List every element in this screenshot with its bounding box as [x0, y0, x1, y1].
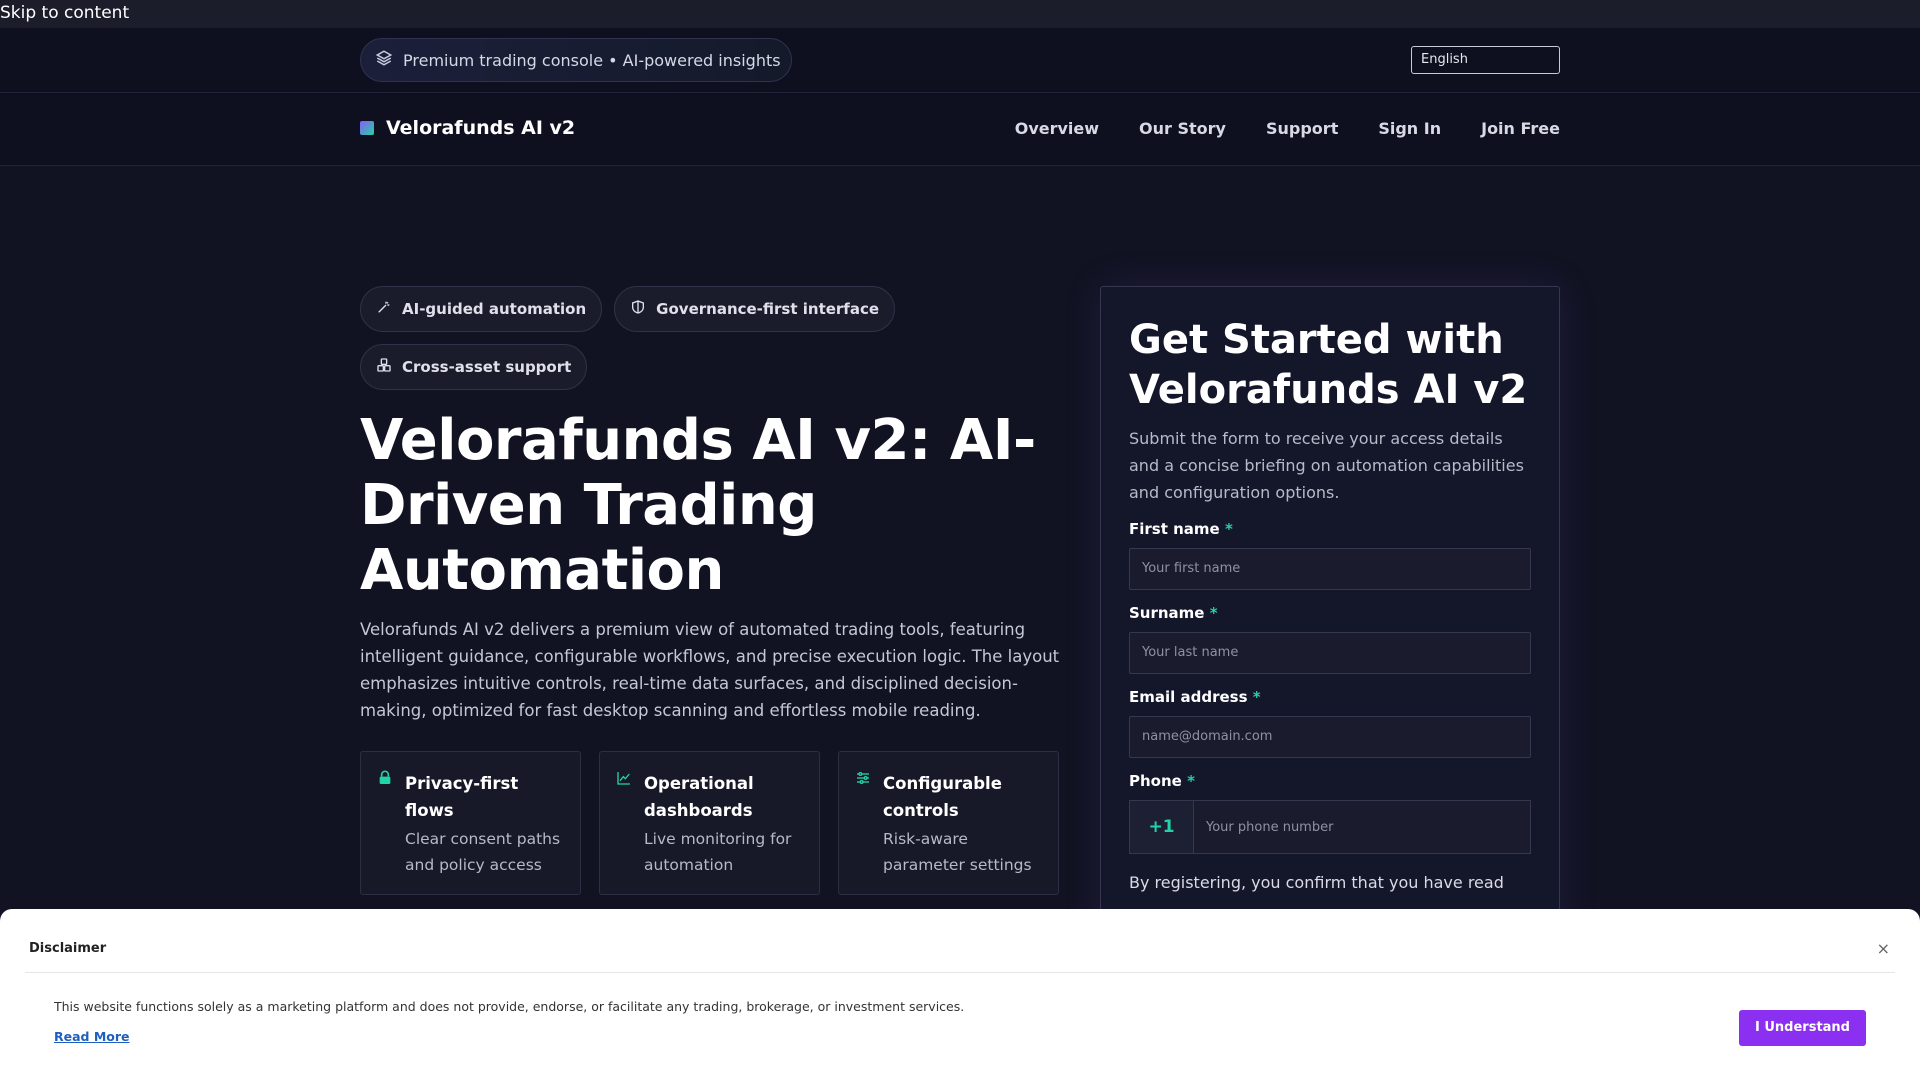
feature-text: Risk-aware parameter settings	[883, 830, 1032, 874]
phone-country-code[interactable]: +1	[1130, 801, 1194, 853]
premium-console-pill: Premium trading console • AI-powered ins…	[360, 38, 792, 82]
feature-title: Operational dashboards	[644, 774, 754, 820]
feature-text: Clear consent paths and policy access	[405, 830, 561, 874]
assets-icon	[376, 357, 392, 377]
language-select[interactable]: English	[1411, 46, 1560, 74]
badge-governance: Governance-first interface	[614, 286, 896, 332]
form-title: Get Started with Velorafunds AI v2	[1129, 317, 1528, 413]
shield-icon	[630, 299, 646, 319]
disclaimer-title: Disclaimer	[29, 941, 107, 956]
badge-ai-guided: AI-guided automation	[360, 286, 603, 332]
lock-icon	[377, 770, 393, 876]
feature-title: Privacy-first flows	[405, 774, 519, 820]
form-description: Submit the form to receive your access d…	[1129, 429, 1524, 502]
phone-field: +1 Your phone number	[1129, 800, 1531, 854]
feature-text: Live monitoring for automation	[644, 830, 792, 874]
feature-card-privacy: Privacy-first flows Clear consent paths …	[360, 751, 581, 895]
first-name-group: First name * Your first name	[1129, 520, 1531, 590]
surname-label: Surname *	[1129, 604, 1218, 622]
badge-cross-asset: Cross-asset support	[360, 344, 588, 390]
surname-input[interactable]: Your last name	[1129, 632, 1531, 674]
nav-our-story[interactable]: Our Story	[1139, 119, 1226, 138]
surname-group: Surname * Your last name	[1129, 604, 1531, 674]
read-more-link[interactable]: Read More	[54, 1029, 130, 1044]
brand-mark-icon	[360, 121, 374, 135]
hero-badges: AI-guided automation Governance-first in…	[360, 286, 1060, 390]
feature-cards: Privacy-first flows Clear consent paths …	[360, 751, 1060, 895]
phone-input[interactable]: Your phone number	[1194, 801, 1530, 853]
main-navbar: Velorafunds AI v2 Overview Our Story Sup…	[0, 93, 1920, 166]
badge-label: Cross-asset support	[402, 358, 572, 376]
feature-card-dashboards: Operational dashboards Live monitoring f…	[599, 751, 820, 895]
magic-wand-icon	[376, 299, 392, 319]
nav-support[interactable]: Support	[1266, 119, 1338, 138]
chart-line-icon	[616, 770, 632, 876]
feature-title: Configurable controls	[883, 774, 1002, 820]
consent-text: By registering, you confirm that you hav…	[1129, 873, 1504, 892]
nav-sign-in[interactable]: Sign In	[1378, 119, 1441, 138]
badge-label: AI-guided automation	[402, 300, 587, 318]
first-name-label: First name *	[1129, 520, 1233, 538]
disclaimer-banner: Disclaimer × This website functions sole…	[0, 909, 1920, 1080]
phone-group: Phone * +1 Your phone number	[1129, 772, 1531, 854]
pill-text: Premium trading console • AI-powered ins…	[403, 50, 781, 70]
hero-title: Velorafunds AI v2: AI-Driven Trading Aut…	[360, 408, 1036, 603]
disclaimer-text: This website functions solely as a marke…	[54, 999, 965, 1014]
badge-label: Governance-first interface	[656, 300, 880, 318]
layers-icon	[375, 49, 393, 71]
email-group: Email address * name@domain.com	[1129, 688, 1531, 758]
brand-name: Velorafunds AI v2	[386, 117, 576, 139]
hero-description: Velorafunds AI v2 delivers a premium vie…	[360, 620, 1060, 720]
nav-links: Overview Our Story Support Sign In Join …	[1015, 119, 1560, 138]
nav-overview[interactable]: Overview	[1015, 119, 1099, 138]
skip-to-content-link[interactable]: Skip to content	[0, 0, 1920, 28]
feature-card-controls: Configurable controls Risk-aware paramet…	[838, 751, 1059, 895]
nav-join-free[interactable]: Join Free	[1481, 119, 1560, 138]
phone-label: Phone *	[1129, 772, 1195, 790]
top-bar: Premium trading console • AI-powered ins…	[0, 28, 1920, 93]
i-understand-button[interactable]: I Understand	[1739, 1010, 1866, 1046]
close-icon[interactable]: ×	[1877, 939, 1890, 958]
sliders-icon	[855, 770, 871, 876]
first-name-input[interactable]: Your first name	[1129, 548, 1531, 590]
email-input[interactable]: name@domain.com	[1129, 716, 1531, 758]
brand-logo-link[interactable]: Velorafunds AI v2	[360, 117, 575, 139]
email-label: Email address *	[1129, 688, 1261, 706]
disclaimer-header	[25, 909, 1895, 973]
